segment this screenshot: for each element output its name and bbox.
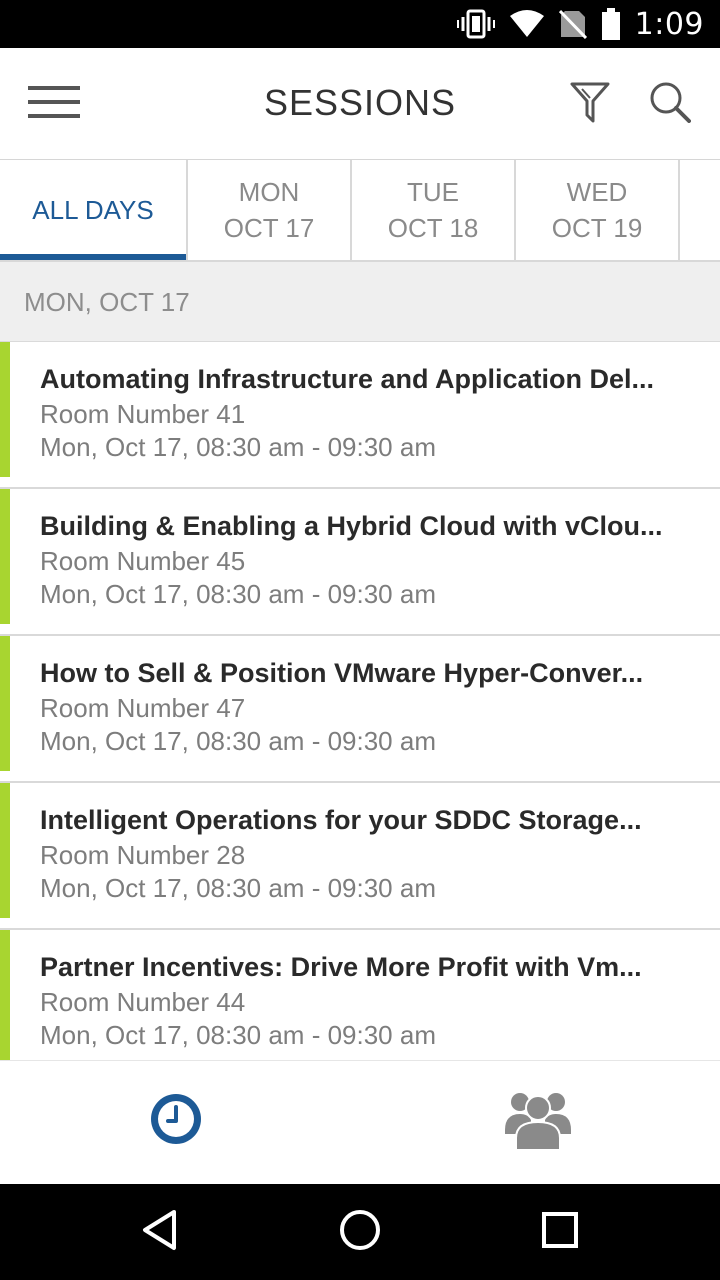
search-button[interactable] (642, 76, 698, 132)
home-circle-icon (338, 1208, 382, 1257)
session-item[interactable]: Intelligent Operations for your SDDC Sto… (0, 783, 720, 930)
session-title: Intelligent Operations for your SDDC Sto… (40, 805, 642, 835)
session-title: Building & Enabling a Hybrid Cloud with … (40, 511, 663, 541)
tab-weekday: WED (566, 177, 628, 207)
session-item[interactable]: How to Sell & Position VMware Hyper-Conv… (0, 636, 720, 783)
tab-wed-oct-19[interactable]: WED OCT 19 (516, 160, 680, 260)
session-room: Room Number 45 (40, 546, 246, 576)
system-nav-bar (0, 1184, 720, 1280)
nav-attendees-button[interactable] (500, 1083, 576, 1159)
back-triangle-icon (140, 1209, 180, 1256)
session-track-color (0, 636, 10, 771)
filter-icon (570, 81, 610, 128)
session-time: Mon, Oct 17, 08:30 am - 09:30 am (40, 1020, 436, 1050)
tab-date: OCT 18 (387, 213, 479, 243)
page-title: SESSIONS (263, 82, 457, 123)
tab-date: OCT 17 (223, 213, 315, 243)
tab-label: ALL DAYS (32, 195, 154, 225)
session-room: Room Number 41 (40, 399, 246, 429)
session-item[interactable]: Partner Incentives: Drive More Profit wi… (0, 930, 720, 1060)
session-time: Mon, Oct 17, 08:30 am - 09:30 am (40, 579, 436, 609)
session-item[interactable]: Automating Infrastructure and Applicatio… (0, 342, 720, 489)
session-room: Room Number 44 (40, 987, 246, 1017)
section-date-label: MON, OCT 17 (24, 287, 190, 317)
session-track-color (0, 342, 10, 477)
people-icon (504, 1088, 572, 1155)
filter-button[interactable] (562, 76, 618, 132)
section-header: MON, OCT 17 (0, 262, 720, 342)
session-room: Room Number 47 (40, 693, 246, 723)
battery-icon (601, 8, 621, 40)
tab-all-days[interactable]: ALL DAYS (0, 160, 188, 260)
vibrate-icon (456, 9, 495, 39)
session-item[interactable]: Building & Enabling a Hybrid Cloud with … (0, 489, 720, 636)
home-button[interactable] (330, 1202, 390, 1262)
app-bar: SESSIONS (0, 48, 720, 160)
session-time: Mon, Oct 17, 08:30 am - 09:30 am (40, 432, 436, 462)
session-track-color (0, 930, 10, 1060)
session-title: Automating Infrastructure and Applicatio… (40, 364, 655, 394)
status-bar: 1:09 (0, 0, 720, 48)
session-track-color (0, 489, 10, 624)
tab-tue-oct-18[interactable]: TUE OCT 18 (352, 160, 516, 260)
recents-button[interactable] (530, 1202, 590, 1262)
session-room: Room Number 28 (40, 840, 246, 870)
session-track-color (0, 783, 10, 918)
bottom-nav (0, 1060, 720, 1184)
session-title: How to Sell & Position VMware Hyper-Conv… (40, 658, 644, 688)
clock-icon (149, 1092, 203, 1151)
nav-schedule-button[interactable] (140, 1083, 212, 1159)
session-time: Mon, Oct 17, 08:30 am - 09:30 am (40, 726, 436, 756)
recents-square-icon (540, 1210, 580, 1255)
tab-weekday: TUE (407, 177, 459, 207)
search-icon (649, 81, 691, 128)
session-list[interactable]: Automating Infrastructure and Applicatio… (0, 342, 720, 1060)
wifi-icon (509, 10, 545, 38)
day-tabs: ALL DAYS MON OCT 17 TUE OCT 18 WED OCT 1… (0, 160, 720, 262)
tab-date: OCT 19 (551, 213, 643, 243)
back-button[interactable] (130, 1202, 190, 1262)
session-title: Partner Incentives: Drive More Profit wi… (40, 952, 642, 982)
session-time: Mon, Oct 17, 08:30 am - 09:30 am (40, 873, 436, 903)
status-time: 1:09 (634, 6, 704, 42)
tab-weekday: MON (238, 177, 300, 207)
hamburger-menu-icon (28, 85, 80, 124)
tab-mon-oct-17[interactable]: MON OCT 17 (188, 160, 352, 260)
tab-next-partial[interactable] (680, 160, 720, 260)
no-sim-icon (558, 9, 587, 39)
menu-button[interactable] (14, 74, 94, 134)
